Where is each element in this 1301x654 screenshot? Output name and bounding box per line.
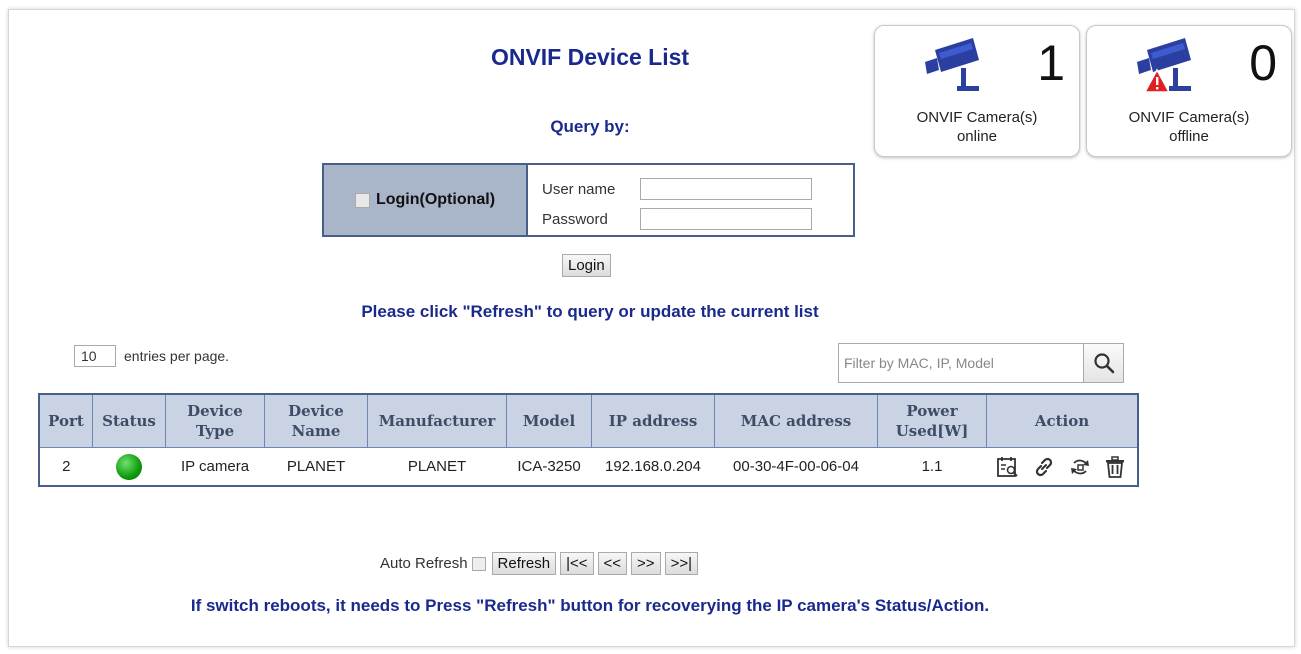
offline-label-line2: offline — [1169, 128, 1209, 145]
offline-count: 0 — [1249, 35, 1277, 91]
col-status: Status — [92, 393, 166, 448]
col-action: Action — [986, 393, 1139, 448]
auto-refresh-checkbox[interactable] — [471, 556, 486, 571]
offline-label: ONVIF Camera(s) offline — [1087, 108, 1291, 146]
auto-refresh-label: Auto Refresh — [380, 555, 468, 572]
col-mac-address: MAC address — [714, 393, 878, 448]
link-icon[interactable] — [1032, 455, 1056, 479]
login-checkbox[interactable] — [354, 192, 370, 208]
entries-per-page-label: entries per page. — [124, 348, 230, 364]
col-ip-address: IP address — [591, 393, 715, 448]
camera-warning-icon — [1137, 38, 1191, 93]
delete-icon[interactable] — [1103, 455, 1127, 479]
col-manufacturer: Manufacturer — [367, 393, 507, 448]
reboot-note: If switch reboots, it needs to Press "Re… — [190, 596, 990, 615]
cell-manufacturer: PLANET — [407, 458, 467, 475]
login-button[interactable]: Login — [562, 254, 611, 277]
search-icon — [1093, 353, 1114, 374]
first-page-button[interactable]: |<< — [560, 552, 594, 575]
entries-per-page-input[interactable]: 10 — [74, 345, 116, 367]
cell-device-type: IP camera — [180, 458, 250, 475]
refresh-button[interactable]: Refresh — [491, 552, 557, 575]
offline-camera-card: 0 ONVIF Camera(s) offline — [1086, 25, 1292, 157]
table-row: 2 IP camera PLANET PLANET ICA-3250 192.1… — [39, 448, 1138, 487]
filter-box: Filter by MAC, IP, Model — [838, 343, 1124, 383]
login-optional-toggle[interactable]: Login(Optional) — [324, 165, 528, 235]
cell-status — [93, 448, 166, 487]
cell-actions — [987, 448, 1139, 487]
cell-device-name: PLANET — [286, 458, 346, 475]
online-camera-card: 1 ONVIF Camera(s) online — [874, 25, 1080, 157]
next-page-button[interactable]: >> — [631, 552, 661, 575]
col-model: Model — [506, 393, 592, 448]
col-device-name: Device Name — [264, 393, 368, 448]
list-controls: Auto Refresh Refresh |<< << >> >>| — [380, 552, 702, 575]
col-port: Port — [38, 393, 93, 448]
col-power-used: Power Used[W] — [877, 393, 987, 448]
username-label: User name — [542, 180, 616, 198]
online-label-line1: ONVIF Camera(s) — [916, 109, 1038, 126]
cell-port: 2 — [62, 458, 71, 475]
username-field[interactable] — [640, 178, 812, 200]
col-device-type: Device Type — [165, 393, 265, 448]
filter-input[interactable]: Filter by MAC, IP, Model — [838, 343, 1084, 383]
table-header-row: Port Status Device Type Device Name Manufa… — [38, 393, 1139, 448]
online-label: ONVIF Camera(s) online — [875, 108, 1079, 146]
prev-page-button[interactable]: << — [597, 552, 628, 575]
search-button[interactable] — [1084, 343, 1124, 383]
camera-icon — [925, 38, 979, 91]
online-label-line2: online — [956, 128, 998, 145]
last-page-button[interactable]: >>| — [664, 552, 698, 575]
login-checkbox-label: Login(Optional) — [375, 191, 496, 208]
cell-model: ICA-3250 — [517, 458, 581, 475]
reboot-icon[interactable] — [1068, 455, 1092, 479]
device-table: Port Status Device Type Device Name Manufa… — [38, 393, 1139, 487]
refresh-hint: Please click "Refresh" to query or updat… — [361, 302, 819, 321]
status-online-icon — [116, 453, 142, 480]
offline-label-line1: ONVIF Camera(s) — [1128, 109, 1250, 126]
login-panel: Login(Optional) User name Password — [322, 163, 855, 237]
view-icon[interactable] — [996, 455, 1020, 479]
entries-per-page: 10 entries per page. — [74, 345, 229, 367]
password-field[interactable] — [640, 208, 812, 230]
online-count: 1 — [1037, 35, 1065, 91]
cell-ip-address: 192.168.0.204 — [605, 458, 701, 475]
password-label: Password — [542, 210, 608, 228]
cell-power: 1.1 — [921, 458, 943, 475]
cell-mac-address: 00-30-4F-00-06-04 — [733, 458, 859, 475]
